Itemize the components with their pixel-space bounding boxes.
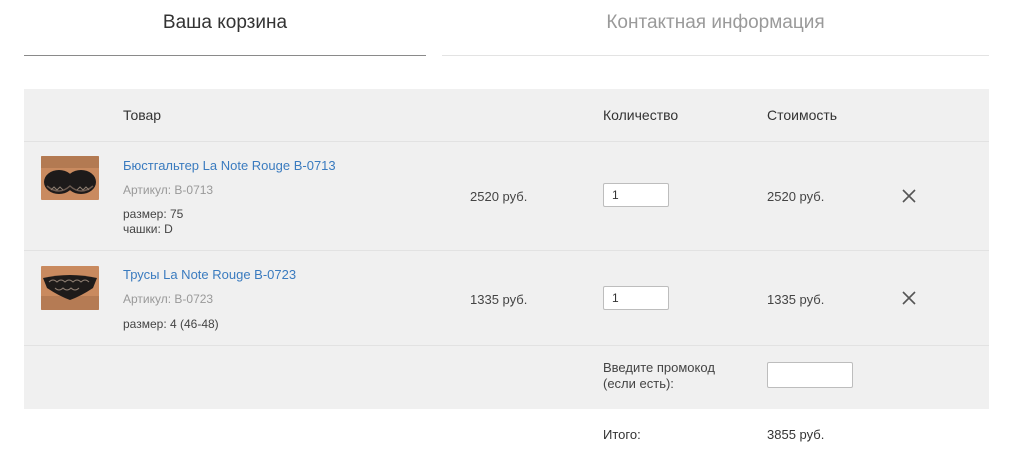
summary-total: 3855 руб. xyxy=(767,427,825,442)
column-header-cost: Стоимость xyxy=(767,107,838,123)
product-sku: Артикул: B-0713 xyxy=(123,183,214,197)
product-option-size: размер: 4 (46-48) xyxy=(123,317,219,331)
promo-row: Введите промокод (если есть): xyxy=(24,346,989,408)
table-row: Трусы La Note Rouge B-0723 Артикул: B-07… xyxy=(24,251,989,346)
promo-label-line1: Введите промокод xyxy=(603,360,715,375)
table-header: Товар Количество Стоимость xyxy=(24,89,989,142)
quantity-input[interactable] xyxy=(603,286,669,310)
panties-thumbnail[interactable] xyxy=(41,266,99,310)
product-link[interactable]: Трусы La Note Rouge B-0723 xyxy=(123,267,296,282)
tab-cart[interactable]: Ваша корзина xyxy=(24,0,426,56)
promo-label-line2: (если есть): xyxy=(603,376,674,391)
unit-price: 2520 руб. xyxy=(470,189,528,204)
product-sku: Артикул: B-0723 xyxy=(123,292,214,306)
cart-table: Товар Количество Стоимость Бюстгальтер L… xyxy=(24,89,989,409)
close-icon[interactable] xyxy=(899,186,919,206)
promo-code-input[interactable] xyxy=(767,362,853,388)
tab-contact-info[interactable]: Контактная информация xyxy=(442,0,989,56)
line-total: 2520 руб. xyxy=(767,189,825,204)
checkout-tabs: Ваша корзина Контактная информация xyxy=(24,0,989,60)
quantity-input[interactable] xyxy=(603,183,669,207)
close-icon[interactable] xyxy=(899,288,919,308)
unit-price: 1335 руб. xyxy=(470,292,528,307)
table-row: Бюстгальтер La Note Rouge B-0713 Артикул… xyxy=(24,142,989,251)
column-header-product: Товар xyxy=(123,107,162,123)
summary-label: Итого: xyxy=(603,427,641,442)
column-header-quantity: Количество xyxy=(603,107,679,123)
line-total: 1335 руб. xyxy=(767,292,825,307)
bra-thumbnail[interactable] xyxy=(41,156,99,200)
promo-label: Введите промокод (если есть): xyxy=(603,360,743,392)
product-option-cup: чашки: D xyxy=(123,222,173,236)
product-option-size: размер: 75 xyxy=(123,207,184,221)
product-link[interactable]: Бюстгальтер La Note Rouge B-0713 xyxy=(123,158,336,173)
